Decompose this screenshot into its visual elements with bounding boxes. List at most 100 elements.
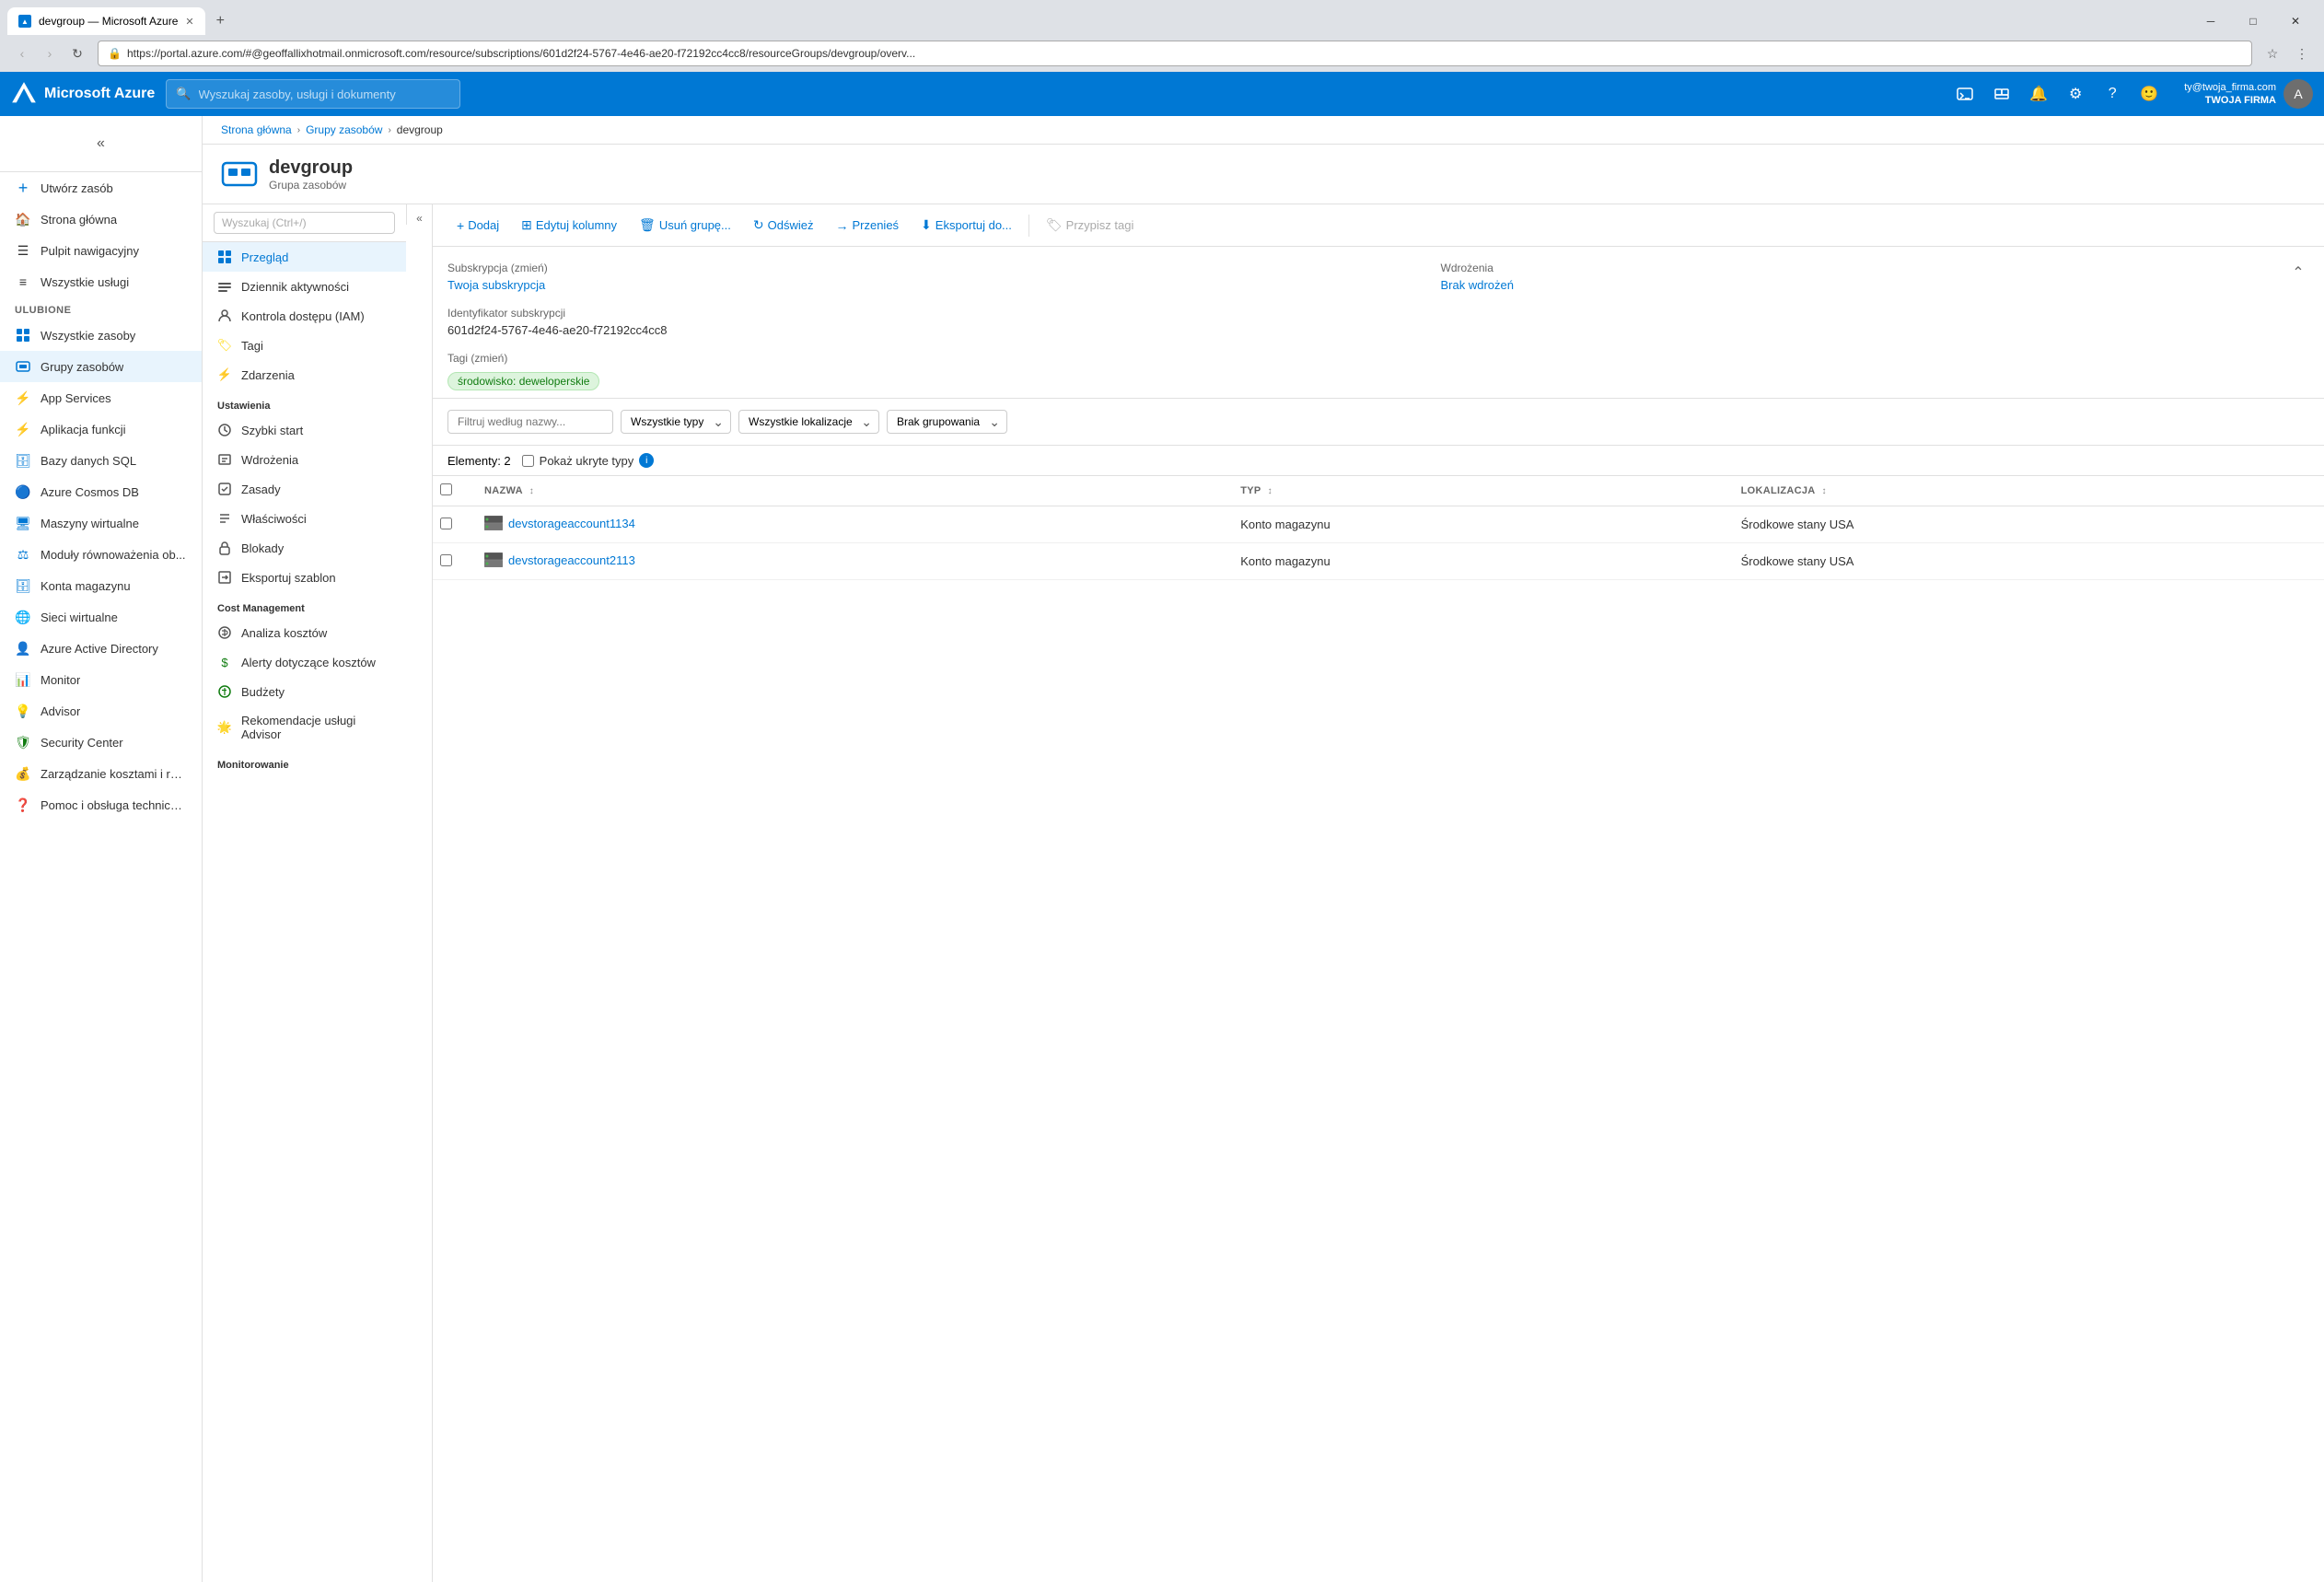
sidebar-item-aad[interactable]: 👤 Azure Active Directory: [0, 633, 202, 664]
sidebar-collapse-btn[interactable]: «: [85, 127, 118, 160]
delete-group-btn[interactable]: 🗑 Usuń grupę...: [630, 212, 740, 238]
topbar-search[interactable]: 🔍: [166, 79, 460, 109]
sidebar-item-monitor[interactable]: 📊 Monitor: [0, 664, 202, 695]
sub-panel-collapse-btn[interactable]: «: [406, 204, 432, 225]
sub-nav-tags[interactable]: 🏷 Tagi: [203, 331, 406, 360]
deployments-value[interactable]: Brak wdrożeń: [1441, 278, 1514, 292]
sidebar-item-all-services[interactable]: ≡ Wszystkie usługi: [0, 266, 202, 297]
sidebar-item-create[interactable]: + Utwórz zasób: [0, 172, 202, 204]
azure-logo-icon: [11, 81, 37, 107]
back-btn[interactable]: ‹: [9, 41, 35, 66]
sidebar-item-vms[interactable]: 🖥 Maszyny wirtualne: [0, 507, 202, 539]
sidebar-item-cost[interactable]: 💰 Zarządzanie kosztami i roz...: [0, 758, 202, 789]
sub-nav-activity-label: Dziennik aktywności: [241, 280, 349, 294]
sub-nav-advisor-rec[interactable]: 🌟 Rekomendacje usługi Advisor: [203, 706, 406, 749]
refresh-btn[interactable]: ↻ Odśwież: [744, 212, 823, 238]
help-icon[interactable]: i: [639, 453, 654, 468]
sql-icon: 🗄: [15, 452, 31, 469]
sidebar-item-sql[interactable]: 🗄 Bazy danych SQL: [0, 445, 202, 476]
sub-panel-search-input[interactable]: [214, 212, 395, 234]
resource-name-link[interactable]: devstorageaccount1134: [508, 517, 635, 530]
sub-nav-overview[interactable]: Przegląd: [203, 242, 406, 272]
resource-name: devgroup: [269, 157, 353, 179]
dashboard-icon: ☰: [15, 242, 31, 259]
sidebar-item-security[interactable]: 🛡 Security Center: [0, 727, 202, 758]
cloud-shell-btn[interactable]: [1948, 77, 1981, 111]
sidebar-item-app-services[interactable]: ⚡ App Services: [0, 382, 202, 413]
notifications-btn[interactable]: 🔔: [2022, 77, 2055, 111]
bookmark-btn[interactable]: ☆: [2260, 41, 2285, 66]
sub-nav-properties[interactable]: Właściwości: [203, 504, 406, 533]
forward-btn[interactable]: ›: [37, 41, 63, 66]
show-hidden-checkbox[interactable]: [522, 455, 534, 467]
sub-nav-quickstart[interactable]: Szybki start: [203, 415, 406, 445]
sub-nav-events[interactable]: ⚡ Zdarzenia: [203, 360, 406, 390]
refresh-label: Odśwież: [768, 218, 814, 232]
tab-close-btn[interactable]: ✕: [185, 16, 193, 28]
sidebar-item-cosmos[interactable]: 🔵 Azure Cosmos DB: [0, 476, 202, 507]
checkbox-header: [433, 476, 470, 506]
filter-name-input[interactable]: [447, 410, 613, 434]
sidebar-item-functions[interactable]: ⚡ Aplikacja funkcji: [0, 413, 202, 445]
sub-nav-cost-analysis[interactable]: Analiza kosztów: [203, 618, 406, 647]
sidebar-storage-label: Konta magazynu: [41, 579, 131, 593]
breadcrumb-groups[interactable]: Grupy zasobów: [306, 123, 382, 136]
sort-location-icon[interactable]: ↕: [1821, 486, 1826, 496]
address-field[interactable]: 🔒 https://portal.azure.com/#@geoffallixh…: [98, 41, 2252, 66]
items-count-bar: Elementy: 2 Pokaż ukryte typy i: [433, 446, 2324, 476]
grouping-filter-select[interactable]: Brak grupowania: [887, 410, 1007, 434]
refresh-browser-btn[interactable]: ↻: [64, 41, 90, 66]
sub-nav-policies[interactable]: Zasady: [203, 474, 406, 504]
sidebar-item-dashboard[interactable]: ☰ Pulpit nawigacyjny: [0, 235, 202, 266]
tab-bar: devgroup — Microsoft Azure ✕ + ─ □ ✕: [0, 0, 2324, 35]
add-btn[interactable]: + Dodaj: [447, 213, 508, 238]
settings-btn[interactable]: ⚙: [2059, 77, 2092, 111]
sidebar-item-resource-groups[interactable]: Grupy zasobów: [0, 351, 202, 382]
browser-chrome: devgroup — Microsoft Azure ✕ + ─ □ ✕ ‹ ›…: [0, 0, 2324, 72]
sub-nav-cost-alerts[interactable]: $ Alerty dotyczące kosztów: [203, 647, 406, 677]
sort-type-icon[interactable]: ↕: [1268, 486, 1272, 496]
more-btn[interactable]: ⋮: [2289, 41, 2315, 66]
sidebar-item-advisor[interactable]: 💡 Advisor: [0, 695, 202, 727]
sidebar-item-home[interactable]: 🏠 Strona główna: [0, 204, 202, 235]
assign-tags-btn[interactable]: 🏷 Przypisz tagi: [1037, 212, 1143, 238]
collapse-info-btn[interactable]: ⌃: [2287, 262, 2309, 284]
maximize-btn[interactable]: □: [2232, 7, 2274, 35]
feedback-btn[interactable]: 🙂: [2132, 77, 2166, 111]
col-name-header: NAZWA ↕: [470, 476, 1226, 506]
browser-tab[interactable]: devgroup — Microsoft Azure ✕: [7, 7, 205, 35]
sidebar-item-all-resources[interactable]: Wszystkie zasoby: [0, 320, 202, 351]
sidebar-item-storage[interactable]: 🗄 Konta magazynu: [0, 570, 202, 601]
row-checkbox-0[interactable]: [440, 518, 452, 529]
sub-nav-activity-log[interactable]: Dziennik aktywności: [203, 272, 406, 301]
sub-nav-deployments[interactable]: Wdrożenia: [203, 445, 406, 474]
new-tab-btn[interactable]: +: [209, 9, 232, 33]
edit-columns-btn[interactable]: ⊞ Edytuj kolumny: [512, 212, 626, 238]
sub-nav-iam[interactable]: Kontrola dostępu (IAM): [203, 301, 406, 331]
avatar[interactable]: A: [2283, 79, 2313, 109]
subscription-value[interactable]: Twoja subskrypcja: [447, 278, 668, 292]
help-btn[interactable]: ?: [2096, 77, 2129, 111]
settings-section-label: Ustawienia: [203, 390, 406, 415]
sub-nav-budgets[interactable]: Budżety: [203, 677, 406, 706]
sidebar-item-support[interactable]: ❓ Pomoc i obsługa techniczna: [0, 789, 202, 820]
export-btn[interactable]: ⬇ Eksportuj do...: [912, 212, 1021, 238]
move-btn[interactable]: → Przenieś: [826, 213, 908, 238]
select-all-checkbox[interactable]: [440, 483, 452, 495]
show-hidden-text: Pokaż ukryte typy: [540, 454, 634, 468]
breadcrumb-home[interactable]: Strona główna: [221, 123, 292, 136]
search-input[interactable]: [199, 87, 451, 101]
resource-name-link[interactable]: devstorageaccount2113: [508, 553, 635, 567]
close-btn[interactable]: ✕: [2274, 7, 2317, 35]
directory-btn[interactable]: [1985, 77, 2018, 111]
location-filter-select[interactable]: Wszystkie lokalizacje: [738, 410, 879, 434]
sub-nav-export-template[interactable]: Eksportuj szablon: [203, 563, 406, 592]
sub-nav-locks[interactable]: Blokady: [203, 533, 406, 563]
sidebar-item-vnet[interactable]: 🌐 Sieci wirtualne: [0, 601, 202, 633]
minimize-btn[interactable]: ─: [2190, 7, 2232, 35]
sort-name-icon[interactable]: ↕: [529, 486, 534, 496]
type-filter-select[interactable]: Wszystkie typy: [621, 410, 731, 434]
sidebar-item-lb[interactable]: ⚖ Moduły równoważenia ob...: [0, 539, 202, 570]
all-services-icon: ≡: [15, 273, 31, 290]
row-checkbox-1[interactable]: [440, 554, 452, 566]
